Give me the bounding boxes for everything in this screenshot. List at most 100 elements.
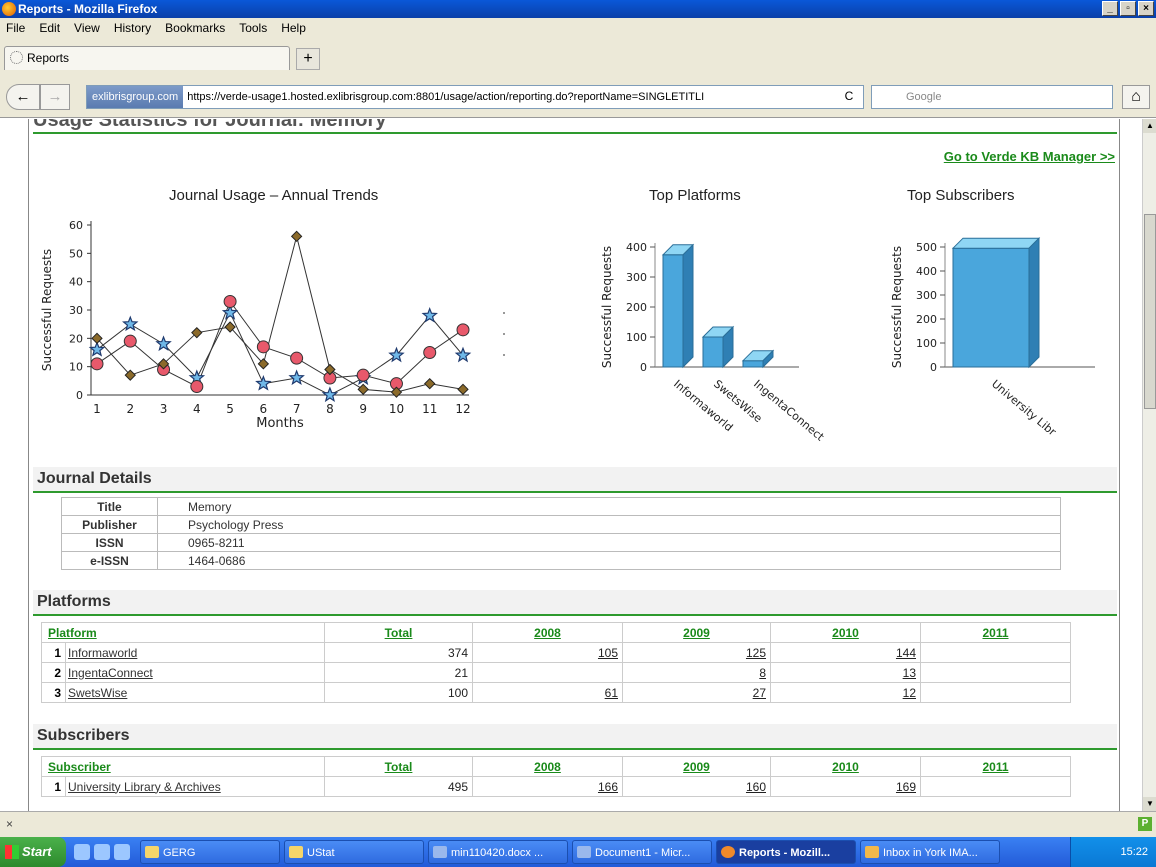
data-point-2008 bbox=[255, 375, 272, 391]
data-point-2009 bbox=[190, 380, 204, 393]
detail-value: Psychology Press bbox=[157, 515, 1061, 534]
ie-icon[interactable] bbox=[94, 844, 110, 860]
taskbar-item-firefox[interactable]: Reports - Mozill... bbox=[716, 840, 856, 864]
col-2009[interactable]: 2009 bbox=[622, 756, 771, 777]
show-desktop-icon[interactable] bbox=[74, 844, 90, 860]
row-2009-link[interactable]: 160 bbox=[622, 776, 771, 797]
row-total: 100 bbox=[324, 682, 473, 703]
close-button[interactable]: × bbox=[1138, 1, 1154, 16]
word-icon bbox=[433, 846, 447, 858]
menu-view[interactable]: View bbox=[74, 18, 100, 38]
scrollbar-thumb[interactable] bbox=[1144, 214, 1156, 409]
col-total[interactable]: Total bbox=[324, 622, 473, 643]
page-title: Usage Statistics for Journal: Memory bbox=[33, 119, 387, 131]
y-tick-label: 60 bbox=[69, 219, 83, 232]
col-2009[interactable]: 2009 bbox=[622, 622, 771, 643]
y-axis-label: Successful Requests bbox=[40, 249, 54, 371]
minimize-button[interactable]: _ bbox=[1102, 1, 1118, 16]
row-name-link[interactable]: University Library & Archives bbox=[65, 776, 325, 797]
menu-help[interactable]: Help bbox=[281, 18, 306, 38]
row-2009-link[interactable]: 8 bbox=[622, 662, 771, 683]
back-button[interactable]: ← bbox=[6, 84, 40, 110]
row-name-link[interactable]: IngentaConnect bbox=[65, 662, 325, 683]
row-name-link[interactable]: SwetsWise bbox=[65, 682, 325, 703]
scroll-up-arrow-icon[interactable]: ▲ bbox=[1143, 119, 1156, 133]
taskbar-item-ustat[interactable]: UStat bbox=[284, 840, 424, 864]
firefox-icon bbox=[721, 846, 735, 858]
y-tick-label: 300 bbox=[626, 271, 647, 284]
new-tab-button[interactable]: + bbox=[296, 48, 320, 70]
y-tick-label: 30 bbox=[69, 304, 83, 317]
menu-file[interactable]: File bbox=[6, 18, 25, 38]
row-number: 1 bbox=[41, 642, 66, 663]
row-2010-link[interactable]: 12 bbox=[770, 682, 921, 703]
annual-trends-chart: 01020304050601 2 3 4 5 6 7 8 9 10 11 12MonthsSucces… bbox=[40, 219, 505, 431]
row-2010-link[interactable]: 169 bbox=[770, 776, 921, 797]
data-point-2010 bbox=[424, 377, 436, 390]
start-button[interactable]: Start bbox=[0, 837, 66, 867]
detail-value: 1464-0686 bbox=[157, 551, 1061, 570]
menu-bookmarks[interactable]: Bookmarks bbox=[165, 18, 225, 38]
platforms-heading: Platforms bbox=[33, 590, 1117, 616]
close-findbar-icon[interactable]: × bbox=[6, 817, 13, 831]
row-name-link[interactable]: Informaworld bbox=[65, 642, 325, 663]
verde-kb-manager-link[interactable]: Go to Verde KB Manager >> bbox=[944, 149, 1115, 164]
x-tick-label: 3 bbox=[160, 402, 168, 416]
col-subscriber[interactable]: Subscriber bbox=[41, 756, 325, 777]
taskbar-item-gerg[interactable]: GERG bbox=[140, 840, 280, 864]
menu-tools[interactable]: Tools bbox=[239, 18, 267, 38]
mail-icon[interactable] bbox=[114, 844, 130, 860]
url-bar[interactable]: exlibrisgroup.com https://verde-usage1.ho… bbox=[86, 85, 864, 109]
reload-button[interactable]: C bbox=[838, 86, 860, 108]
row-2009-link[interactable]: 27 bbox=[622, 682, 771, 703]
detail-row: Publisher Psychology Press bbox=[61, 515, 1061, 534]
taskbar-item-inbox[interactable]: Inbox in York IMA... bbox=[860, 840, 1000, 864]
vertical-scrollbar[interactable]: ▲ ▼ bbox=[1142, 119, 1156, 811]
site-identity-badge[interactable]: exlibrisgroup.com bbox=[87, 86, 184, 108]
y-tick-label: 400 bbox=[916, 265, 937, 278]
row-2008-link[interactable]: 61 bbox=[472, 682, 623, 703]
menu-edit[interactable]: Edit bbox=[39, 18, 60, 38]
col-2010[interactable]: 2010 bbox=[770, 756, 921, 777]
row-2011-link[interactable] bbox=[920, 682, 1071, 703]
taskbar-item-word-doc[interactable]: min110420.docx ... bbox=[428, 840, 568, 864]
row-2011-link[interactable] bbox=[920, 642, 1071, 663]
col-2011[interactable]: 2011 bbox=[920, 756, 1071, 777]
x-tick-label: 9 bbox=[359, 402, 367, 416]
y-tick-label: 40 bbox=[69, 276, 83, 289]
addon-icon[interactable]: P bbox=[1138, 817, 1152, 831]
windows-logo-icon bbox=[5, 845, 19, 859]
y-tick-label: 20 bbox=[69, 332, 83, 345]
forward-button[interactable]: → bbox=[40, 84, 70, 110]
y-tick-label: 400 bbox=[626, 241, 647, 254]
detail-row: Title Memory bbox=[61, 497, 1061, 516]
col-2010[interactable]: 2010 bbox=[770, 622, 921, 643]
row-2008-link[interactable] bbox=[472, 662, 623, 683]
x-tick-label: 12 bbox=[455, 402, 470, 416]
row-2008-link[interactable]: 166 bbox=[472, 776, 623, 797]
col-2008[interactable]: 2008 bbox=[472, 756, 623, 777]
bar bbox=[702, 336, 724, 368]
row-2008-link[interactable]: 105 bbox=[472, 642, 623, 663]
table-row: 1 Informaworld 374 105 125 144 bbox=[41, 642, 1071, 663]
col-2011[interactable]: 2011 bbox=[920, 622, 1071, 643]
tab-reports[interactable]: Reports bbox=[4, 46, 290, 70]
home-button[interactable]: ⌂ bbox=[1122, 85, 1150, 109]
maximize-button[interactable]: ▫ bbox=[1120, 1, 1136, 16]
row-2011-link[interactable] bbox=[920, 776, 1071, 797]
row-2009-link[interactable]: 125 bbox=[622, 642, 771, 663]
system-tray: 15:22 bbox=[1070, 837, 1156, 867]
subscribers-table: Subscriber Total 2008 2009 2010 2011 1 Un… bbox=[41, 756, 1071, 797]
menu-history[interactable]: History bbox=[114, 18, 151, 38]
subscribers-heading: Subscribers bbox=[33, 724, 1117, 750]
row-2010-link[interactable]: 13 bbox=[770, 662, 921, 683]
col-total[interactable]: Total bbox=[324, 756, 473, 777]
col-2008[interactable]: 2008 bbox=[472, 622, 623, 643]
col-platform[interactable]: Platform bbox=[41, 622, 325, 643]
row-2010-link[interactable]: 144 bbox=[770, 642, 921, 663]
row-2011-link[interactable] bbox=[920, 662, 1071, 683]
scroll-down-arrow-icon[interactable]: ▼ bbox=[1143, 797, 1156, 811]
taskbar-item-document1[interactable]: Document1 - Micr... bbox=[572, 840, 712, 864]
window-titlebar: Reports - Mozilla Firefox _ ▫ × bbox=[0, 0, 1156, 18]
search-input[interactable]: Google bbox=[871, 85, 1113, 109]
